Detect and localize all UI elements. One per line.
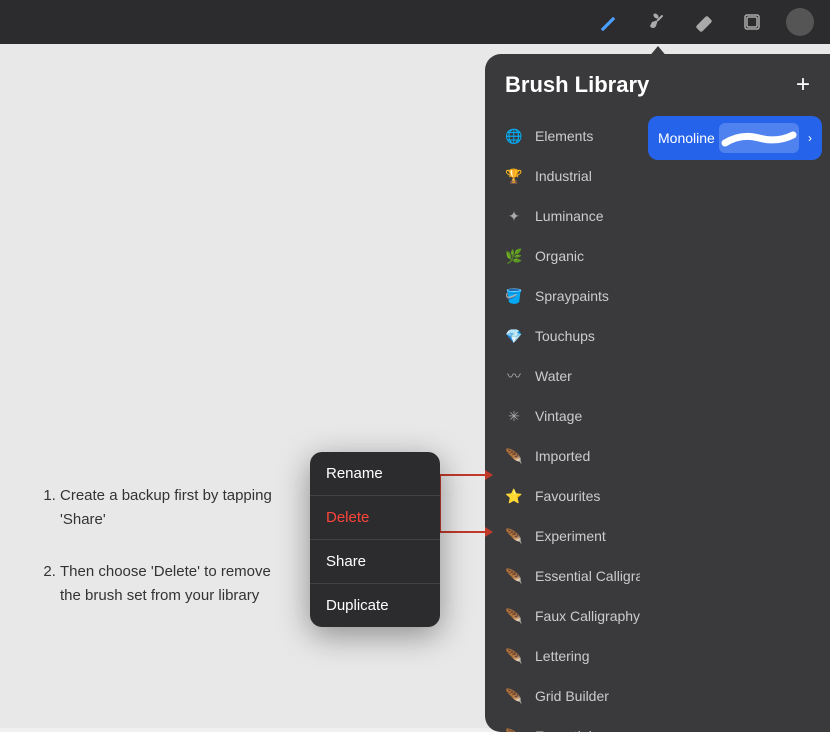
category-label: Lettering xyxy=(535,648,589,664)
category-label: Luminance xyxy=(535,208,604,224)
category-icon: 🏆 xyxy=(503,165,525,187)
category-label: Experiment xyxy=(535,528,606,544)
steps-list: Create a backup first by tapping 'Share'… xyxy=(40,484,290,608)
category-icon: 🪶 xyxy=(503,525,525,547)
category-item-spraypaints[interactable]: 🪣 Spraypaints xyxy=(489,276,636,316)
category-label: Spraypaints xyxy=(535,288,609,304)
top-toolbar xyxy=(0,0,830,44)
category-item-favourites[interactable]: ⭐ Favourites xyxy=(489,476,636,516)
category-label: Organic xyxy=(535,248,584,264)
category-item-luminance[interactable]: ✦ Luminance xyxy=(489,196,636,236)
context-menu: RenameDeleteShareDuplicate xyxy=(310,452,440,627)
category-icon: 🪶 xyxy=(503,685,525,707)
category-item-essential-calligraphy[interactable]: 🪶Essential Calligraphy xyxy=(489,556,636,596)
category-label: Grid Builder xyxy=(535,688,609,704)
add-brush-button[interactable]: + xyxy=(796,73,810,97)
category-label: Industrial xyxy=(535,168,592,184)
category-item-lettering[interactable]: 🪶 Lettering xyxy=(489,636,636,676)
context-menu-item-rename[interactable]: Rename xyxy=(310,452,440,496)
brush-stroke-preview xyxy=(719,123,799,153)
context-menu-item-delete[interactable]: Delete xyxy=(310,496,440,540)
category-icon: ✦ xyxy=(503,205,525,227)
category-icon: 〰 xyxy=(503,365,525,387)
brush-list: Monoline › xyxy=(640,112,830,732)
category-icon: 🪶 xyxy=(503,605,525,627)
category-item-grid-builder[interactable]: 🪶 Grid Builder xyxy=(489,676,636,716)
category-label: Elements xyxy=(535,128,593,144)
panel-title: Brush Library xyxy=(505,72,649,98)
category-item-touchups[interactable]: 💎 Touchups xyxy=(489,316,636,356)
category-item-experiment[interactable]: 🪶 Experiment xyxy=(489,516,636,556)
context-menu-item-share[interactable]: Share xyxy=(310,540,440,584)
category-icon: 🌐 xyxy=(503,125,525,147)
category-icon: 🪶 xyxy=(503,445,525,467)
category-item-organic[interactable]: 🌿 Organic xyxy=(489,236,636,276)
pen-icon[interactable] xyxy=(594,8,622,36)
category-icon: ⭐ xyxy=(503,485,525,507)
step-1: Create a backup first by tapping 'Share' xyxy=(60,484,290,532)
edit-icon: › xyxy=(808,131,812,145)
category-item-imported[interactable]: 🪶 Imported xyxy=(489,436,636,476)
category-icon: 🪶 xyxy=(503,645,525,667)
category-item-elements[interactable]: 🌐 Elements xyxy=(489,116,636,156)
context-menu-item-duplicate[interactable]: Duplicate xyxy=(310,584,440,627)
category-label: Faux Calligraphy xyxy=(535,608,640,624)
category-label: Touchups xyxy=(535,328,595,344)
eraser-icon[interactable] xyxy=(690,8,718,36)
category-item-essentials[interactable]: 🪶 Essentials xyxy=(489,716,636,732)
panel-header: Brush Library + xyxy=(485,54,830,112)
category-icon: 🪶 xyxy=(503,565,525,587)
category-label: Essentials xyxy=(535,728,599,732)
category-item-faux-calligraphy[interactable]: 🪶Faux Calligraphy xyxy=(489,596,636,636)
category-label: Favourites xyxy=(535,488,600,504)
arrow-top-horizontal xyxy=(440,474,492,476)
category-item-industrial[interactable]: 🏆 Industrial xyxy=(489,156,636,196)
category-icon: 🪶 xyxy=(503,725,525,732)
category-label: Imported xyxy=(535,448,590,464)
category-icon: 💎 xyxy=(503,325,525,347)
category-item-water[interactable]: 〰 Water xyxy=(489,356,636,396)
category-label: Essential Calligraphy xyxy=(535,568,640,584)
arrow-bottom-horizontal xyxy=(440,531,492,533)
category-list: 🌐 Elements 🏆 Industrial ✦ Luminance 🌿 Organic 🪣 S… xyxy=(485,112,640,732)
category-item-vintage[interactable]: ✳ Vintage xyxy=(489,396,636,436)
brush-item-monoline[interactable]: Monoline › xyxy=(648,116,822,160)
brush-icon[interactable] xyxy=(642,8,670,36)
instructions-panel: Create a backup first by tapping 'Share'… xyxy=(40,484,290,636)
step-2: Then choose 'Delete' to remove the brush… xyxy=(60,560,290,608)
avatar[interactable] xyxy=(786,8,814,36)
category-icon: 🌿 xyxy=(503,245,525,267)
category-icon: ✳ xyxy=(503,405,525,427)
category-label: Vintage xyxy=(535,408,582,424)
canvas-area: Brush Library + 🌐 Elements 🏆 Industrial ✦ Lum… xyxy=(0,44,830,728)
brush-library-panel: Brush Library + 🌐 Elements 🏆 Industrial ✦ Lum… xyxy=(485,54,830,732)
category-label: Water xyxy=(535,368,572,384)
brush-name: Monoline xyxy=(658,130,715,146)
layers-icon[interactable] xyxy=(738,8,766,36)
category-icon: 🪣 xyxy=(503,285,525,307)
panel-body: 🌐 Elements 🏆 Industrial ✦ Luminance 🌿 Organic 🪣 S… xyxy=(485,112,830,732)
